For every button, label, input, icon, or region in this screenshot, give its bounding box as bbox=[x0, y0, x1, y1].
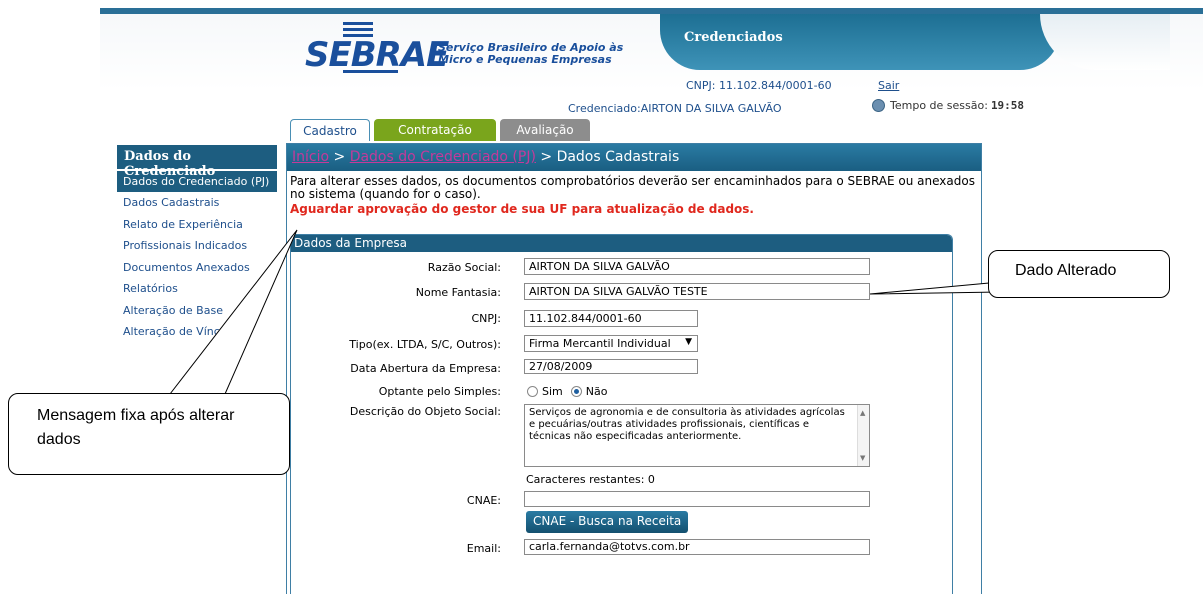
left-callout-pointer bbox=[169, 229, 298, 395]
callout-right: Dado Alterado bbox=[988, 250, 1170, 298]
callout-left: Mensagem fixa após alterar dados bbox=[8, 393, 290, 475]
right-callout-pointer bbox=[869, 281, 1001, 295]
